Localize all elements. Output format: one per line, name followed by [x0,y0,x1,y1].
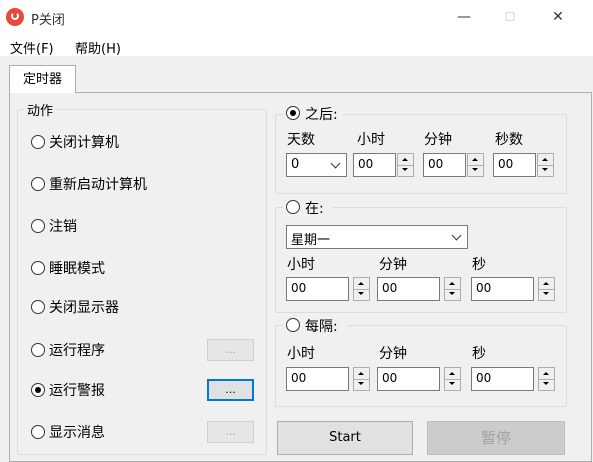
after-seconds-spinner[interactable] [537,153,554,177]
action-radio[interactable] [31,177,45,191]
spin-down-icon[interactable] [445,379,460,390]
action-radio[interactable] [31,343,45,357]
actions-group-label: 动作 [24,100,57,119]
at-option[interactable]: 在: [283,198,333,217]
weekday-select[interactable]: 星期一 [286,225,468,249]
action-label: 关闭显示器 [49,300,119,316]
every-seconds-spinner[interactable] [538,367,555,391]
spin-down-icon[interactable] [445,289,460,300]
after-label: 之后: [305,107,338,123]
seconds-label: 秒数 [495,132,523,148]
action-label: 注销 [49,219,77,235]
tab-timer[interactable]: 定时器 [9,65,76,93]
at-seconds-label: 秒 [472,257,486,273]
every-minutes-label: 分钟 [379,346,407,362]
start-button[interactable]: Start [277,421,413,455]
action-option[interactable]: 运行警报 [30,380,190,400]
pause-button[interactable]: 暂停 [427,421,565,455]
weekday-value: 星期一 [291,233,331,248]
at-seconds-input[interactable]: 00 [471,277,534,301]
action-radio[interactable] [31,135,45,149]
at-minutes-spinner[interactable] [444,277,461,301]
every-group [275,325,567,407]
at-radio[interactable] [286,200,300,214]
at-hours-label: 小时 [287,257,315,273]
spin-down-icon[interactable] [468,165,483,176]
power-app-icon [6,8,24,26]
days-select[interactable]: 0 [286,153,347,177]
action-options-button[interactable]: ... [207,379,254,401]
chevron-down-icon [450,230,464,244]
at-minutes-input[interactable]: 00 [377,277,440,301]
spin-down-icon[interactable] [539,379,554,390]
menu-bar: 文件(F) 帮助(H) [0,34,593,57]
action-option[interactable]: 显示消息 [30,422,190,442]
after-minutes-input[interactable]: 00 [423,153,466,177]
days-label: 天数 [287,132,315,148]
action-option[interactable]: 关闭计算机 [30,132,190,152]
action-label: 显示消息 [49,425,105,441]
after-option[interactable]: 之后: [283,104,343,123]
after-hours-input[interactable]: 00 [353,153,396,177]
after-radio[interactable] [286,106,300,120]
action-option[interactable]: 注销 [30,216,190,236]
action-radio[interactable] [31,383,45,397]
days-value: 0 [291,157,300,172]
minimize-button[interactable]: — [441,0,487,34]
spin-down-icon[interactable] [354,289,369,300]
after-hours-spinner[interactable] [397,153,414,177]
chevron-down-icon [329,158,343,172]
every-option[interactable]: 每隔: [283,316,347,335]
action-option[interactable]: 关闭显示器 [30,297,190,317]
every-minutes-input[interactable]: 00 [377,367,440,391]
at-hours-spinner[interactable] [353,277,370,301]
every-label: 每隔: [305,319,338,335]
close-button[interactable]: ✕ [535,0,581,34]
hours-label: 小时 [357,132,385,148]
spin-down-icon[interactable] [398,165,413,176]
every-minutes-spinner[interactable] [444,367,461,391]
spin-down-icon[interactable] [354,379,369,390]
at-seconds-spinner[interactable] [538,277,555,301]
every-seconds-input[interactable]: 00 [471,367,534,391]
title-bar: P关闭 — ☐ ✕ [0,0,593,34]
every-seconds-label: 秒 [472,346,486,362]
minutes-label: 分钟 [424,132,452,148]
spin-down-icon[interactable] [539,289,554,300]
action-option[interactable]: 睡眠模式 [30,258,190,278]
action-radio[interactable] [31,261,45,275]
every-hours-input[interactable]: 00 [286,367,349,391]
spin-down-icon[interactable] [538,165,553,176]
action-radio[interactable] [31,219,45,233]
action-options-button[interactable]: ... [207,421,254,443]
at-minutes-label: 分钟 [379,257,407,273]
at-hours-input[interactable]: 00 [286,277,349,301]
window-title: P关闭 [31,13,65,28]
menu-file[interactable]: 文件(F) [10,38,54,57]
action-option[interactable]: 重新启动计算机 [30,174,190,194]
after-seconds-input[interactable]: 00 [493,153,536,177]
action-option[interactable]: 运行程序 [30,340,190,360]
every-radio[interactable] [286,318,300,332]
every-hours-label: 小时 [287,346,315,362]
menu-help[interactable]: 帮助(H) [75,38,121,57]
action-label: 重新启动计算机 [49,177,147,193]
after-minutes-spinner[interactable] [467,153,484,177]
action-radio[interactable] [31,300,45,314]
action-options-button[interactable]: ... [207,339,254,361]
actions-group [17,109,267,455]
at-label: 在: [305,201,324,217]
every-hours-spinner[interactable] [353,367,370,391]
action-label: 运行警报 [49,383,105,399]
action-label: 运行程序 [49,343,105,359]
action-radio[interactable] [31,425,45,439]
action-label: 睡眠模式 [49,261,105,277]
action-label: 关闭计算机 [49,135,119,151]
maximize-button[interactable]: ☐ [487,0,533,34]
